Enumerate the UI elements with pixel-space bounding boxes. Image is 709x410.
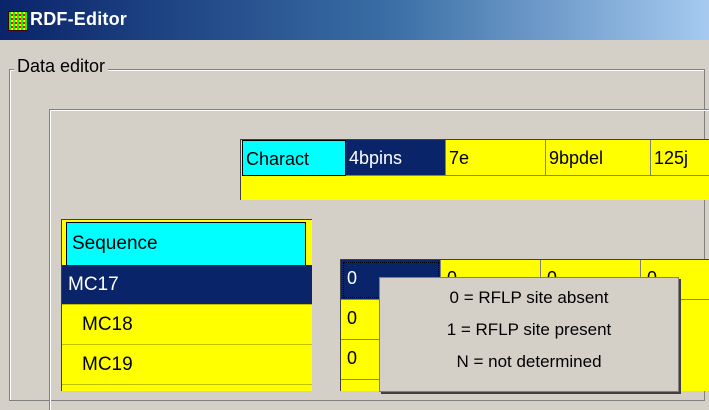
groupbox-label: Data editor	[14, 56, 109, 77]
sequence-row-mc17[interactable]: MC17	[62, 265, 312, 305]
column-header-4bpins[interactable]: 4bpins	[346, 140, 446, 176]
sequence-header[interactable]: Sequence	[66, 222, 306, 266]
column-header-9bpdel[interactable]: 9bpdel	[546, 140, 651, 176]
sequence-list: Sequence MC17 MC18 MC19	[61, 219, 312, 391]
grid-app-icon	[8, 11, 28, 31]
sequence-row-mc19[interactable]: MC19	[62, 345, 312, 385]
tooltip-line-not-determined: N = not determined	[456, 352, 602, 371]
column-header-7e[interactable]: 7e	[446, 140, 546, 176]
column-header-125j[interactable]: 125j	[651, 140, 709, 176]
window-title: RDF-Editor	[30, 9, 127, 29]
column-header-charact[interactable]: Charact	[242, 140, 346, 176]
character-header-row: Charact 4bpins 7e 9bpdel 125j	[240, 139, 709, 200]
tooltip-line-present: 1 = RFLP site present	[446, 320, 612, 339]
sequence-row-mc18[interactable]: MC18	[62, 305, 312, 345]
tooltip-line-absent: 0 = RFLP site absent	[449, 288, 609, 307]
title-bar[interactable]: RDF-Editor	[0, 0, 709, 40]
value-legend-tooltip: 0 = RFLP site absent 1 = RFLP site prese…	[379, 277, 679, 392]
